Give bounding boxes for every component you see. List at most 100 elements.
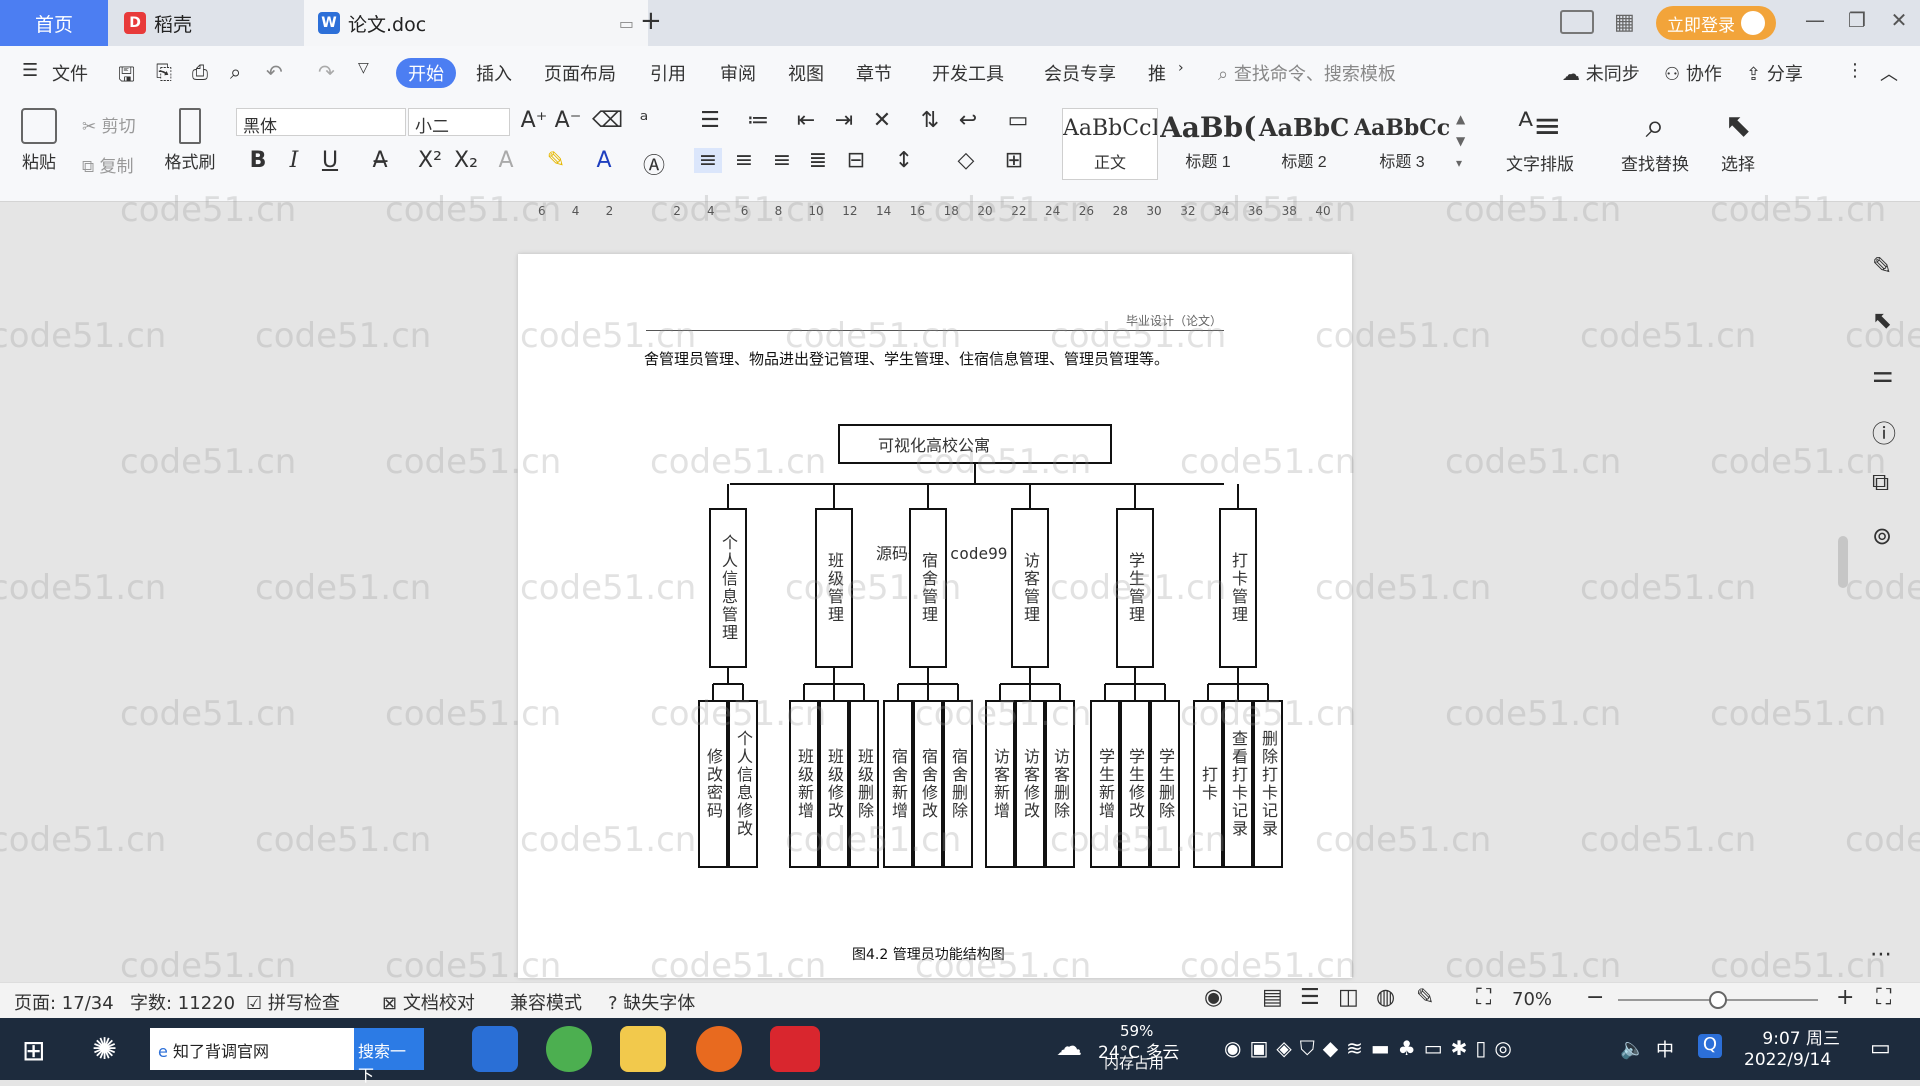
help-icon[interactable]: ⓘ [1872, 414, 1896, 449]
pen-icon[interactable]: ✎ [1872, 252, 1892, 280]
cut-button[interactable]: ✂ 剪切 [82, 112, 136, 137]
doc-proof[interactable]: ⊠ 文档校对 [382, 989, 475, 1015]
menu-file[interactable]: 文件 [52, 60, 88, 86]
undo-icon[interactable]: ↶ [266, 60, 283, 84]
export-icon[interactable]: ⎘ [156, 60, 172, 84]
scroll-thumb[interactable] [1838, 536, 1848, 588]
menu-dev-tools[interactable]: 开发工具 [932, 60, 1004, 86]
font-family-select[interactable]: 黑体 [236, 108, 406, 137]
document-page[interactable]: 毕业设计（论文） 舍管理员管理、物品进出登记管理、学生管理、住宿信息管理、管理员… [518, 254, 1352, 978]
phonetic-icon[interactable]: ᵃ [630, 108, 658, 133]
tab-daoke[interactable]: D 稻壳 [110, 0, 300, 46]
find-replace-button[interactable]: ⌕ 查找替换 [1608, 106, 1702, 175]
align-left-icon[interactable]: ≡ [694, 148, 722, 173]
fit-page-icon[interactable]: ⛶ [1476, 985, 1491, 1010]
sort-icon[interactable]: ⇅ [916, 108, 944, 133]
pointer-icon[interactable]: ⬉ [1872, 306, 1892, 334]
format-painter-button[interactable]: 格式刷 [160, 108, 220, 173]
preview-icon[interactable]: ⌕ [230, 60, 241, 84]
font-color-icon[interactable]: A [590, 148, 618, 173]
missing-font[interactable]: ? 缺失字体 [608, 989, 695, 1015]
adjust-icon[interactable]: ⚌ [1872, 360, 1894, 388]
file-explorer-icon[interactable] [620, 1026, 666, 1072]
more-options-icon[interactable]: ⋮ [1846, 60, 1864, 81]
italic-icon[interactable]: I [280, 148, 308, 173]
more-dots-icon[interactable]: ⋯ [1870, 942, 1892, 967]
sync-button[interactable]: ☁ 未同步 [1562, 60, 1640, 86]
paste-button[interactable]: 粘贴 [14, 108, 64, 173]
search-go-button[interactable]: 搜索一下 [354, 1028, 424, 1085]
page-count[interactable]: 页面: 17/34 [14, 989, 114, 1015]
menu-chapter[interactable]: 章节 [856, 60, 892, 86]
style-heading-3[interactable]: AaBbCcI 标题 3 [1354, 108, 1450, 180]
zoom-slider[interactable] [1618, 991, 1818, 1009]
wps-icon[interactable] [770, 1026, 820, 1072]
read-view-icon[interactable]: ◫ [1338, 985, 1359, 1010]
pinwheel-icon[interactable]: ✺ [92, 1032, 117, 1067]
new-tab-button[interactable]: + [640, 6, 662, 36]
restore-icon[interactable]: ❐ [1842, 8, 1872, 38]
login-button[interactable]: 立即登录 [1656, 6, 1776, 40]
copy-button[interactable]: ⧉ 复制 [82, 152, 134, 177]
windows-start-icon[interactable]: ⊞ [22, 1034, 45, 1067]
minimize-icon[interactable]: — [1800, 8, 1830, 38]
browser-360-icon[interactable] [546, 1026, 592, 1072]
tab-home[interactable]: 首页 [0, 0, 108, 46]
eye-icon[interactable]: ◉ [1204, 985, 1223, 1010]
menu-references[interactable]: 引用 [650, 60, 686, 86]
bullet-list-icon[interactable]: ☰ [696, 108, 724, 133]
menu-page-layout[interactable]: 页面布局 [544, 60, 616, 86]
zoom-in-icon[interactable]: + [1836, 985, 1854, 1010]
outline-view-icon[interactable]: ☰ [1300, 985, 1320, 1010]
zoom-slider-knob[interactable] [1709, 991, 1727, 1009]
print-icon[interactable]: ⎙ [192, 60, 208, 84]
compat-mode[interactable]: 兼容模式 [510, 989, 582, 1015]
volume-icon[interactable]: 🔈 [1620, 1036, 1645, 1060]
collapse-ribbon-icon[interactable]: ︿ [1880, 60, 1898, 86]
numbered-list-icon[interactable]: ≔ [744, 108, 772, 133]
chinese-layout-icon[interactable]: ✕ [868, 108, 896, 133]
align-right-icon[interactable]: ≡ [768, 148, 796, 173]
chevron-down-icon[interactable]: ▽ [358, 60, 369, 76]
command-search[interactable]: ⌕ 查找命令、搜索模板 [1218, 60, 1396, 86]
shrink-font-icon[interactable]: A⁻ [554, 108, 582, 133]
tab-document[interactable]: W 论文.doc ▭ [304, 0, 648, 46]
style-heading-1[interactable]: AaBb( 标题 1 [1160, 108, 1256, 180]
menu-view[interactable]: 视图 [788, 60, 824, 86]
notification-icon[interactable]: ▭ [1870, 1036, 1891, 1061]
fullscreen-icon[interactable]: ⛶ [1876, 985, 1891, 1010]
shading-icon[interactable]: ◇ [952, 148, 980, 173]
highlight-icon[interactable]: ✎ [542, 148, 570, 173]
grow-font-icon[interactable]: A⁺ [520, 108, 548, 133]
app-orange-icon[interactable] [696, 1026, 742, 1072]
select-button[interactable]: ⬉ 选择 [1710, 106, 1766, 175]
bold-icon[interactable]: B [244, 148, 272, 173]
apps-grid-icon[interactable]: ▦ [1614, 10, 1635, 35]
chevron-right-icon[interactable]: › [1178, 60, 1184, 76]
weather-cloud-icon[interactable]: ☁ [1056, 1032, 1082, 1062]
image-tool-icon[interactable]: ⧉ [1872, 468, 1889, 496]
zoom-out-icon[interactable]: − [1586, 985, 1604, 1010]
layout-icon[interactable] [1560, 10, 1594, 34]
spell-check[interactable]: ☑ 拼写检查 [246, 989, 340, 1015]
eraser-icon[interactable]: ⌫ [592, 108, 623, 133]
tray-icons[interactable]: ◉▣◈⛉◆≋▬♣▭✱▯◎ [1224, 1036, 1520, 1060]
underline-icon[interactable]: U [316, 148, 344, 173]
subscript-icon[interactable]: X₂ [452, 148, 480, 173]
menu-review[interactable]: 审阅 [720, 60, 756, 86]
line-spacing-icon[interactable]: ↕ [890, 148, 918, 173]
superscript-icon[interactable]: X² [416, 148, 444, 173]
share-button[interactable]: ⇪ 分享 [1746, 60, 1803, 86]
vertical-scrollbar[interactable] [1836, 232, 1850, 972]
outdent-icon[interactable]: ⇤ [792, 108, 820, 133]
qq-icon[interactable]: Q [1698, 1034, 1722, 1058]
style-heading-2[interactable]: AaBbC 标题 2 [1256, 108, 1352, 180]
menu-member[interactable]: 会员专享 [1044, 60, 1116, 86]
ime-indicator[interactable]: 中 [1656, 1036, 1674, 1062]
collab-button[interactable]: ⚇ 协作 [1664, 60, 1722, 86]
align-center-icon[interactable]: ≡ [730, 148, 758, 173]
web-view-icon[interactable]: ◍ [1376, 985, 1395, 1010]
tab-pin-icon[interactable]: ▭ [619, 14, 634, 33]
page-view-icon[interactable]: ▤ [1262, 985, 1283, 1010]
ie-icon[interactable] [472, 1026, 518, 1072]
